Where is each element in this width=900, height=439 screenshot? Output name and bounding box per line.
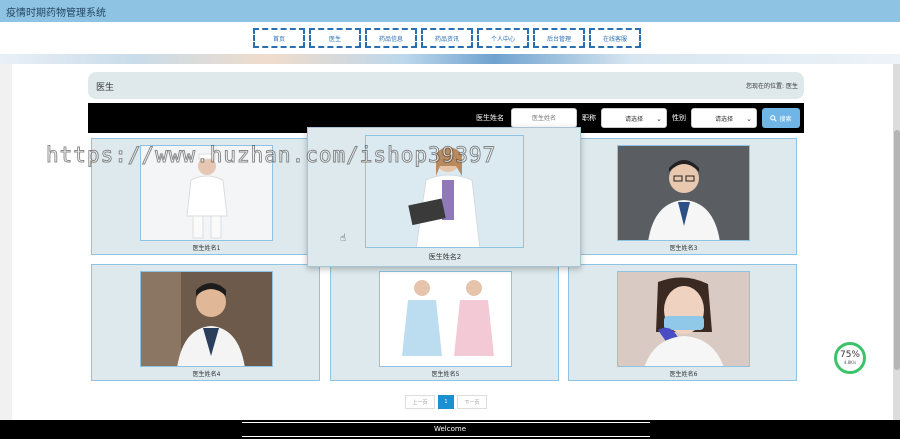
main-nav: 首页 医生 药品信息 药品资讯 个人中心 后台管理 在线客服 xyxy=(0,22,900,54)
doctor-name: 医生姓名5 xyxy=(431,371,460,378)
doctor-name: 医生姓名4 xyxy=(192,371,221,378)
speed-badge[interactable]: 75% 4.8K/s xyxy=(834,342,866,374)
chevron-down-icon: ⌄ xyxy=(656,115,662,123)
badge-rate: 4.8K/s xyxy=(843,360,857,365)
footer: Welcome xyxy=(0,420,900,439)
page-margin-left xyxy=(0,64,12,420)
nav-item-label: 药品信息 xyxy=(378,35,403,43)
doctor-card-1[interactable]: 医生姓名1 xyxy=(91,138,320,255)
nav-item-personal-center[interactable]: 个人中心 xyxy=(477,28,529,48)
nav-item-label: 在线客服 xyxy=(602,35,627,43)
header-bar: 疫情时期药物管理系统 xyxy=(0,0,900,22)
hand-cursor-icon: ☝ xyxy=(340,233,347,244)
chevron-down-icon: ⌄ xyxy=(746,115,752,123)
doctor-photo xyxy=(617,145,750,241)
doctor-card-4[interactable]: 医生姓名4 xyxy=(91,264,320,381)
doctor-photo xyxy=(379,271,512,367)
breadcrumb: 您现在的位置: 医生 xyxy=(746,81,798,90)
title-select[interactable]: 请选择 ⌄ xyxy=(601,108,667,128)
gender-select-value: 请选择 xyxy=(714,115,733,123)
search-icon xyxy=(770,114,778,122)
breadcrumb-prefix: 您现在的位置: xyxy=(745,83,784,90)
nav-item-label: 药品资讯 xyxy=(434,35,459,43)
doctor-photo xyxy=(617,271,750,367)
search-button[interactable]: 搜索 xyxy=(762,108,800,128)
prev-page-button[interactable]: 上一页 xyxy=(405,395,435,409)
title-select-value: 请选择 xyxy=(624,115,643,123)
footer-divider xyxy=(242,436,650,437)
page-number-label: 1 xyxy=(444,399,448,405)
doctor-name: 医生姓名6 xyxy=(669,371,698,378)
breadcrumb-current[interactable]: 医生 xyxy=(786,81,798,90)
gender-label: 性别 xyxy=(672,114,686,122)
doctor-card-5[interactable]: 医生姓名5 xyxy=(330,264,559,381)
nav-item-label: 后台管理 xyxy=(546,35,571,43)
search-button-label: 搜索 xyxy=(779,115,792,123)
section-header: 医生 您现在的位置: 医生 xyxy=(88,72,804,99)
doctor-name-input[interactable] xyxy=(511,108,577,128)
footer-divider xyxy=(242,422,650,423)
nav-item-drug-news[interactable]: 药品资讯 xyxy=(421,28,473,48)
badge-percent: 75% xyxy=(839,350,860,360)
doctor-card-2[interactable]: 医生姓名2 xyxy=(307,127,581,267)
doctor-card-6[interactable]: 医生姓名6 xyxy=(568,264,797,381)
nav-item-label: 个人中心 xyxy=(490,35,515,43)
next-page-button[interactable]: 下一页 xyxy=(457,395,487,409)
doctor-photo xyxy=(140,145,273,241)
gender-select[interactable]: 请选择 ⌄ xyxy=(691,108,757,128)
doctor-photo xyxy=(140,271,273,367)
nav-item-admin[interactable]: 后台管理 xyxy=(533,28,585,48)
doctor-name-label: 医生姓名 xyxy=(476,114,504,122)
title-label: 职称 xyxy=(582,114,596,122)
nav-item-online-service[interactable]: 在线客服 xyxy=(589,28,641,48)
pagination: 上一页 1 下一页 xyxy=(405,395,487,409)
prev-page-label: 上一页 xyxy=(412,399,428,406)
doctor-card-3[interactable]: 医生姓名3 xyxy=(568,138,797,255)
footer-text: Welcome xyxy=(433,425,467,433)
app-title: 疫情时期药物管理系统 xyxy=(6,8,106,19)
nav-item-drug-info[interactable]: 药品信息 xyxy=(365,28,417,48)
section-title: 医生 xyxy=(96,83,115,93)
banner-strip xyxy=(0,54,900,64)
doctor-photo xyxy=(365,135,524,248)
nav-item-label: 医生 xyxy=(328,35,341,43)
scrollbar-thumb[interactable] xyxy=(894,130,900,370)
next-page-label: 下一页 xyxy=(464,399,480,406)
doctor-name: 医生姓名2 xyxy=(428,253,462,261)
nav-item-label: 首页 xyxy=(272,35,285,43)
page-number-button[interactable]: 1 xyxy=(438,395,454,409)
nav-item-doctors[interactable]: 医生 xyxy=(309,28,361,48)
nav-item-home[interactable]: 首页 xyxy=(253,28,305,48)
doctor-name: 医生姓名1 xyxy=(192,245,221,252)
doctor-name: 医生姓名3 xyxy=(669,245,698,252)
